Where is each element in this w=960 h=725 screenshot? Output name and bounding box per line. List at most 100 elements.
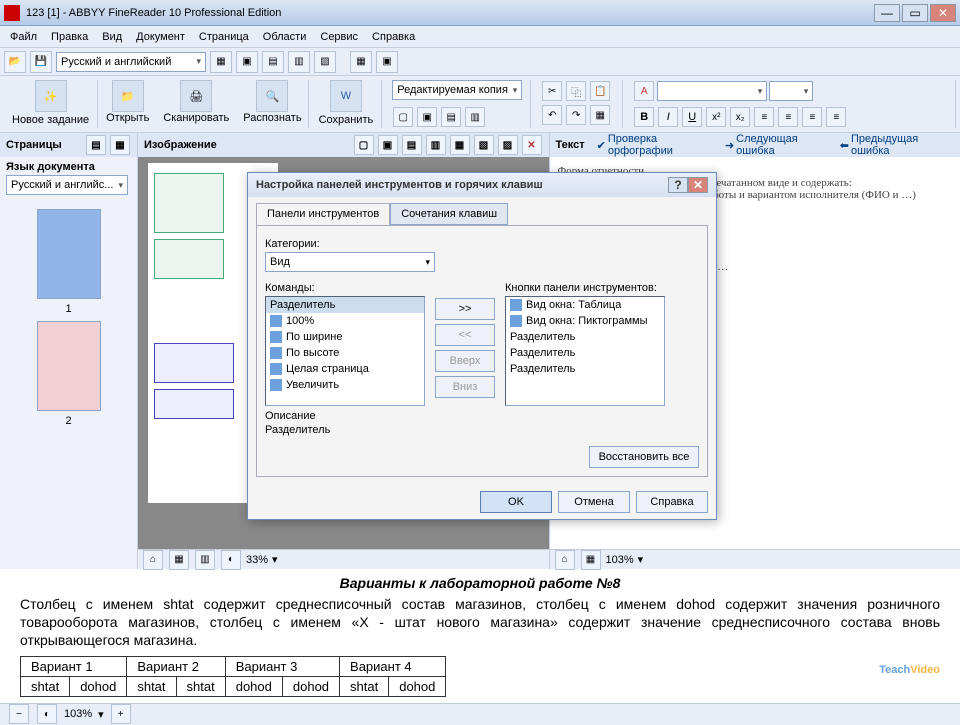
close-button[interactable]: ✕ (930, 4, 956, 22)
prev-error-link[interactable]: ⬅Предыдущая ошибка (840, 133, 954, 157)
list-item[interactable]: Разделитель (506, 361, 664, 377)
menu-page[interactable]: Страница (193, 29, 255, 45)
restore-button[interactable]: Восстановить все (589, 446, 699, 468)
cut-icon[interactable]: ✂ (542, 81, 562, 101)
img-tool-icon[interactable]: ▧ (474, 135, 494, 155)
layout-icon[interactable]: ▣ (417, 107, 437, 127)
layout-icon[interactable]: ▥ (465, 107, 485, 127)
align-left-icon[interactable]: ≡ (754, 107, 774, 127)
menu-edit[interactable]: Правка (45, 29, 94, 45)
maximize-button[interactable]: ▭ (902, 4, 928, 22)
undo-icon[interactable]: ↶ (542, 105, 562, 125)
tool-icon[interactable]: ▥ (288, 51, 310, 73)
sub-icon[interactable]: x₂ (730, 107, 750, 127)
fontsize-combo[interactable] (769, 81, 813, 101)
zoom-icon[interactable]: ◐ (221, 550, 241, 570)
copy-icon[interactable]: ⿻ (566, 81, 586, 101)
save-icon[interactable]: 💾 (30, 51, 52, 73)
tool-icon[interactable]: ▣ (376, 51, 398, 73)
minimize-button[interactable]: — (874, 4, 900, 22)
img-tool-icon[interactable]: ▤ (402, 135, 422, 155)
redo-icon[interactable]: ↷ (566, 105, 586, 125)
super-icon[interactable]: x² (706, 107, 726, 127)
font-combo[interactable] (657, 81, 767, 101)
remove-button[interactable]: << (435, 324, 495, 346)
zoom-icon[interactable]: ⌂ (143, 550, 163, 570)
paste-icon[interactable]: 📋 (590, 81, 610, 101)
dialog-help-icon[interactable]: ? (668, 177, 688, 193)
list-item[interactable]: Разделитель (506, 345, 664, 361)
save-word-icon[interactable]: W (330, 80, 362, 112)
down-button[interactable]: Вниз (435, 376, 495, 398)
next-error-link[interactable]: ➜Следующая ошибка (725, 133, 834, 157)
spellcheck-link[interactable]: ✔Проверка орфографии (597, 133, 719, 157)
tool-icon[interactable]: ▧ (314, 51, 336, 73)
help-button[interactable]: Справка (636, 491, 708, 513)
menu-file[interactable]: Файл (4, 29, 43, 45)
underline-icon[interactable]: U (682, 107, 702, 127)
toolbar-buttons-list[interactable]: Вид окна: Таблица Вид окна: Пиктограммы … (505, 296, 665, 406)
tool-icon[interactable]: ▦ (350, 51, 372, 73)
open-icon[interactable]: 📂 (4, 51, 26, 73)
open-icon[interactable]: 📁 (112, 80, 144, 112)
list-item[interactable]: Увеличить (266, 377, 424, 393)
align-justify-icon[interactable]: ≡ (826, 107, 846, 127)
dialog-close-icon[interactable]: ✕ (688, 177, 708, 193)
img-tool-icon[interactable]: ▥ (426, 135, 446, 155)
tool-icon[interactable]: ▣ (236, 51, 258, 73)
new-task-icon[interactable]: ✨ (35, 80, 67, 112)
list-item[interactable]: Целая страница (266, 361, 424, 377)
chevron-down-icon[interactable]: ▾ (638, 553, 644, 566)
zoom-in-icon[interactable]: + (111, 704, 131, 724)
cancel-button[interactable]: Отмена (558, 491, 630, 513)
menu-service[interactable]: Сервис (314, 29, 364, 45)
close-panel-icon[interactable]: ✕ (522, 135, 542, 155)
scan-icon[interactable]: 🖨 (180, 80, 212, 112)
commands-list[interactable]: Разделитель 100% По ширине По высоте Цел… (265, 296, 425, 406)
copy-mode-combo[interactable]: Редактируемая копия (392, 80, 522, 100)
menu-document[interactable]: Документ (130, 29, 191, 45)
chevron-down-icon[interactable]: ▾ (98, 708, 104, 721)
zoom-icon[interactable]: ▦ (169, 550, 189, 570)
img-tool-icon[interactable]: ▨ (498, 135, 518, 155)
list-item[interactable]: 100% (266, 313, 424, 329)
zoom-icon[interactable]: ⌂ (555, 550, 575, 570)
page-thumbnail[interactable] (37, 321, 101, 411)
ok-button[interactable]: OK (480, 491, 552, 513)
chevron-down-icon[interactable]: ▾ (272, 553, 278, 566)
tab-shortcuts[interactable]: Сочетания клавиш (390, 203, 508, 225)
img-tool-icon[interactable]: ▣ (378, 135, 398, 155)
img-tool-icon[interactable]: ▢ (354, 135, 374, 155)
up-button[interactable]: Вверх (435, 350, 495, 372)
language-combo[interactable]: Русский и английский (56, 52, 206, 72)
align-right-icon[interactable]: ≡ (802, 107, 822, 127)
add-button[interactable]: >> (435, 298, 495, 320)
tool-icon[interactable]: ▦ (210, 51, 232, 73)
list-item[interactable]: По высоте (266, 345, 424, 361)
zoom-fit-icon[interactable]: ◐ (37, 704, 57, 724)
menu-areas[interactable]: Области (257, 29, 313, 45)
delete-icon[interactable]: ▦ (590, 105, 610, 125)
doclang-combo[interactable]: Русский и английс... (6, 175, 128, 195)
list-item[interactable]: По ширине (266, 329, 424, 345)
layout-icon[interactable]: ▢ (393, 107, 413, 127)
zoom-icon[interactable]: ▦ (581, 550, 601, 570)
list-item[interactable]: Разделитель (506, 329, 664, 345)
pages-tool-icon[interactable]: ▦ (110, 135, 130, 155)
list-item[interactable]: Разделитель (266, 297, 424, 313)
list-item[interactable]: Вид окна: Пиктограммы (506, 313, 664, 329)
list-item[interactable]: Вид окна: Таблица (506, 297, 664, 313)
page-thumbnail[interactable] (37, 209, 101, 299)
category-combo[interactable]: Вид (265, 252, 435, 272)
italic-icon[interactable]: I (658, 107, 678, 127)
font-color-icon[interactable]: A (634, 81, 654, 101)
menu-view[interactable]: Вид (96, 29, 128, 45)
img-tool-icon[interactable]: ▦ (450, 135, 470, 155)
zoom-out-icon[interactable]: − (9, 704, 29, 724)
layout-icon[interactable]: ▤ (441, 107, 461, 127)
tool-icon[interactable]: ▤ (262, 51, 284, 73)
align-center-icon[interactable]: ≡ (778, 107, 798, 127)
tab-toolbars[interactable]: Панели инструментов (256, 203, 390, 225)
pages-tool-icon[interactable]: ▤ (86, 135, 106, 155)
menu-help[interactable]: Справка (366, 29, 421, 45)
